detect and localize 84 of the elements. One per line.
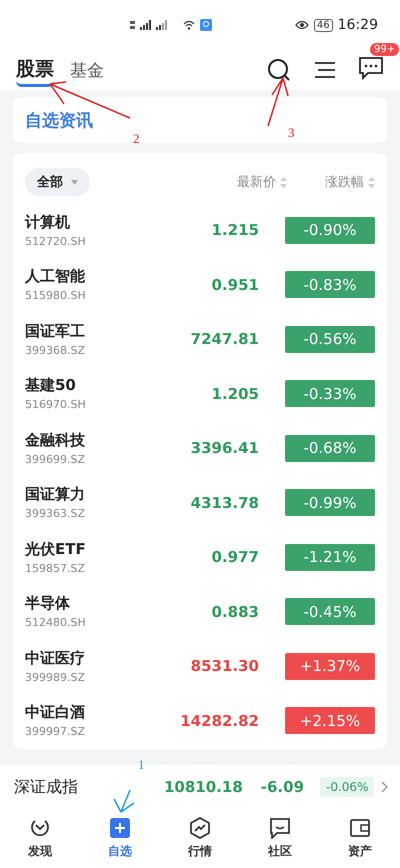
stock-code: 399363.SZ (25, 507, 86, 520)
stock-name: 国证军工 (25, 322, 86, 341)
nav-tab[interactable]: 发现 (10, 817, 70, 860)
eye-icon (294, 20, 309, 30)
stock-code: 399368.SZ (25, 344, 86, 357)
change-percent: -0.90% (285, 216, 375, 244)
change-percent: +2.15% (285, 707, 375, 734)
stock-name: 光伏ETF (25, 540, 87, 559)
nav-tab[interactable]: 社区 (250, 817, 310, 860)
stock-price: 7247.81 (190, 330, 259, 348)
stock-row[interactable]: 中证白酒 399997.SZ 14282.82 +2.15% (25, 694, 375, 748)
change-percent: -1.21% (285, 544, 375, 571)
annotation-number: 3 (288, 125, 294, 140)
stock-row[interactable]: 中证医疗 399989.SZ 8531.30 +1.37% (25, 639, 375, 694)
battery-level: 46 (314, 18, 333, 32)
change-percent: -0.33% (285, 380, 375, 408)
stock-code: 512480.SH (25, 616, 87, 630)
menu-icon[interactable] (314, 60, 336, 80)
stock-name: 半导体 (25, 594, 71, 614)
stock-name: 中证医疗 (25, 648, 86, 668)
message-icon[interactable] (358, 56, 384, 80)
sort-icon (280, 176, 287, 188)
nav-tab[interactable]: 自选 (90, 817, 150, 860)
sort-header[interactable]: 涨跌幅 (325, 173, 375, 191)
sort-header[interactable]: 最新价 (237, 173, 287, 191)
stock-name: 人工智能 (25, 267, 86, 286)
stock-row[interactable]: 国证算力 399363.SZ 4313.78 -0.99% (25, 476, 375, 530)
change-percent: +1.37% (285, 652, 375, 680)
stock-row[interactable]: 金融科技 399699.SZ 3396.41 -0.68% (25, 421, 375, 476)
stock-row[interactable]: 半导体 512480.SH 0.883 -0.45% (25, 584, 375, 639)
change-percent: -0.83% (285, 271, 375, 298)
stock-price: 0.977 (212, 548, 259, 566)
wallet-icon (349, 817, 371, 839)
sort-icon (368, 176, 375, 188)
stock-price: 1.205 (212, 384, 259, 403)
stock-code: 399997.SZ (25, 725, 86, 738)
tab[interactable]: 基金 (70, 53, 104, 87)
stock-row[interactable]: 基建50 516970.SH 1.205 -0.33% (25, 366, 375, 421)
stock-price: 8531.30 (190, 657, 259, 676)
stock-price: 0.883 (212, 602, 259, 621)
stock-code: 515980.SH (25, 289, 87, 302)
index-percent: -0.06% (320, 777, 374, 797)
nav-tab[interactable]: 资产 (330, 817, 390, 860)
chevron-icon (381, 781, 388, 793)
stock-row[interactable]: 计算机 512720.SH 1.215 -0.90% (25, 203, 375, 258)
stock-code: 399989.SZ (25, 670, 86, 684)
filter-dropdown[interactable]: 全部 (25, 168, 90, 196)
change-percent: -0.56% (285, 326, 375, 353)
change-percent: -0.99% (285, 489, 375, 516)
annotation-number: 2 (133, 131, 140, 146)
clock-time: 16:29 (338, 17, 378, 33)
index-name: 深证成指 (14, 776, 79, 798)
stock-code: 159857.SZ (25, 562, 86, 575)
index-change: -6.09 (260, 778, 304, 796)
stock-name: 国证算力 (25, 485, 86, 504)
caret-icon (71, 180, 78, 184)
stock-row[interactable]: 人工智能 515980.SH 0.951 -0.83% (25, 258, 375, 312)
message-count-badge: 99+ (370, 43, 400, 56)
trend-icon (189, 817, 211, 839)
stock-code: 512720.SH (25, 234, 87, 248)
wifi-icon (183, 20, 195, 30)
nav-tab[interactable]: 行情 (170, 817, 230, 860)
index-value: 10810.18 (164, 778, 243, 796)
chat-icon (269, 817, 291, 839)
search-icon[interactable] (266, 57, 292, 83)
app-icon (200, 19, 212, 31)
stock-price: 1.215 (212, 221, 259, 240)
news-title: 自选资讯 (25, 110, 93, 132)
stock-name: 中证白酒 (25, 703, 86, 722)
stock-price: 0.951 (212, 276, 259, 294)
stock-row[interactable]: 国证军工 399368.SZ 7247.81 -0.56% (25, 312, 375, 366)
stock-price: 3396.41 (190, 439, 259, 458)
stock-price: 4313.78 (190, 494, 259, 512)
tab[interactable]: 股票 (16, 53, 54, 87)
change-percent: -0.68% (285, 434, 375, 462)
stock-name: 基建50 (25, 376, 77, 396)
stock-name: 计算机 (25, 212, 71, 232)
stock-price: 14282.82 (180, 712, 259, 730)
plus-icon (109, 817, 131, 839)
stock-row[interactable]: 光伏ETF 159857.SZ 0.977 -1.21% (25, 530, 375, 584)
stock-code: 516970.SH (25, 398, 87, 412)
stock-code: 399699.SZ (25, 452, 86, 466)
stock-name: 金融科技 (25, 430, 86, 450)
change-percent: -0.45% (285, 598, 375, 626)
